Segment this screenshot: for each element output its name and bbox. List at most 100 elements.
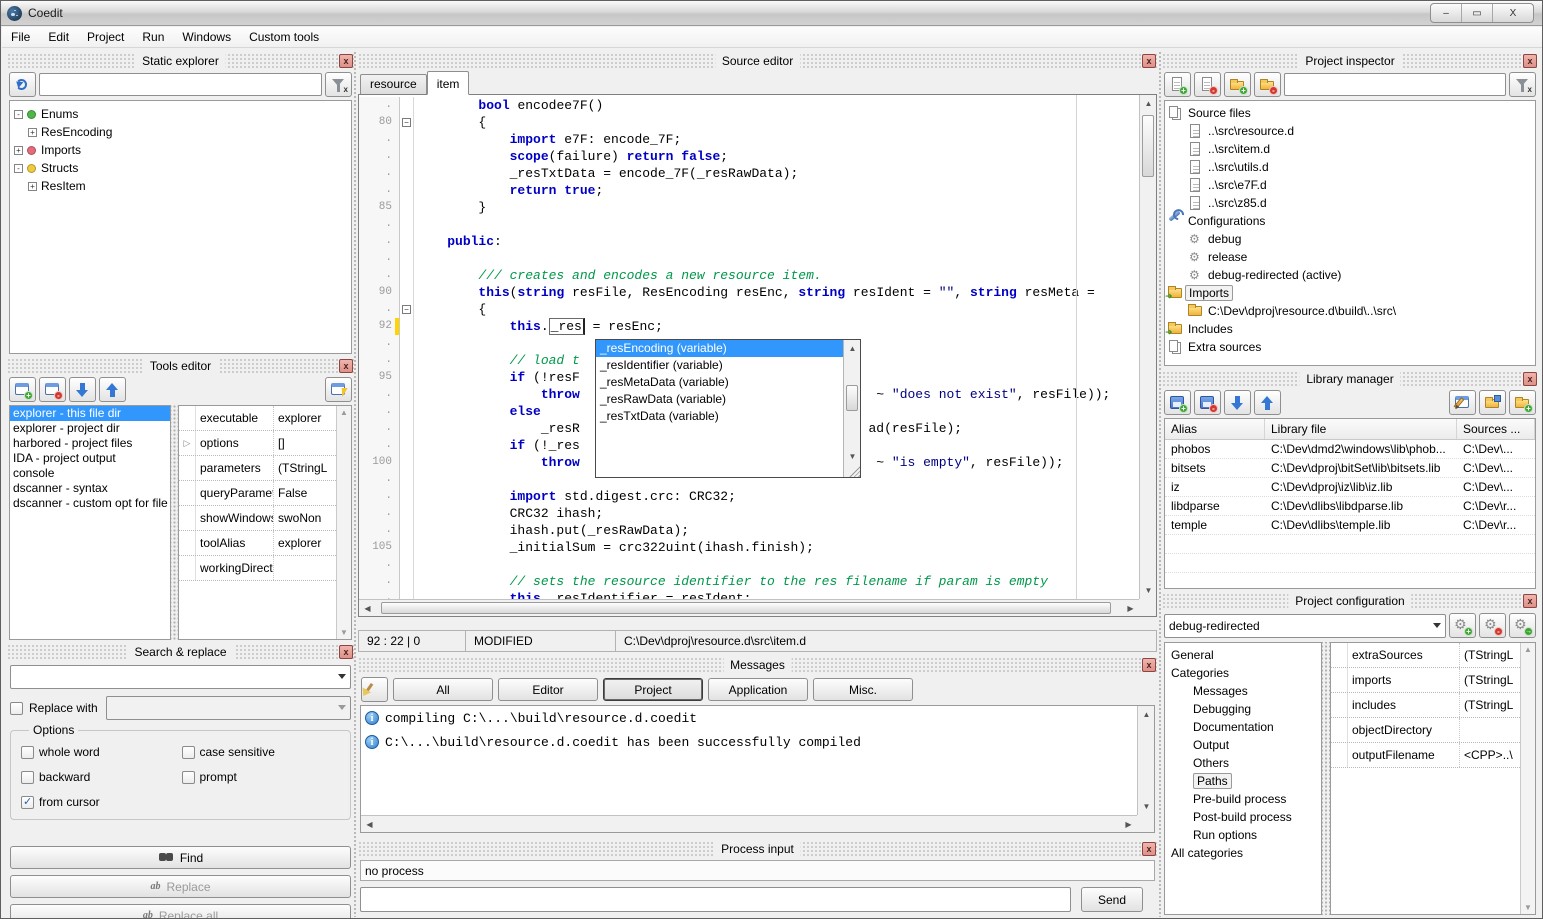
column-header-libraryfile[interactable]: Library file <box>1265 419 1457 439</box>
tab-resource[interactable]: resource <box>360 74 427 94</box>
expander-icon[interactable]: - <box>14 110 23 119</box>
move-tool-up-button[interactable] <box>99 377 126 402</box>
code-line[interactable]: . public: <box>359 233 1139 250</box>
tree-item[interactable]: -Enums <box>12 105 349 123</box>
editor-horizontal-scrollbar[interactable]: ◀ ▶ <box>359 599 1139 616</box>
column-header-sources[interactable]: Sources ... <box>1457 419 1535 439</box>
code-line[interactable]: . scope(failure) return false; <box>359 148 1139 165</box>
property-value[interactable]: explorer <box>274 531 336 555</box>
property-value[interactable]: swoNon <box>274 506 336 530</box>
project-inspector-header[interactable]: Project inspector x <box>1162 53 1538 70</box>
project-tree-item[interactable]: Configurations <box>1167 212 1533 230</box>
refresh-button[interactable] <box>9 72 36 97</box>
library-manager-close-icon[interactable]: x <box>1523 372 1537 386</box>
column-header-alias[interactable]: Alias <box>1165 419 1265 439</box>
search-replace-close-icon[interactable]: x <box>339 645 353 659</box>
tree-item[interactable]: +ResItem <box>26 177 349 195</box>
config-category-debugging[interactable]: Debugging <box>1167 701 1319 719</box>
tool-list-item[interactable]: IDA - project output <box>10 451 170 466</box>
library-row[interactable]: phobosC:\Dev\dmd2\windows\lib\phob...C:\… <box>1165 440 1535 459</box>
search-option[interactable]: from cursor <box>21 795 182 809</box>
menu-item-windows[interactable]: Windows <box>173 28 240 46</box>
filter-button-editor[interactable]: Editor <box>498 678 598 701</box>
checkbox-case-sensitive[interactable] <box>182 746 195 759</box>
config-category-messages[interactable]: Messages <box>1167 683 1319 701</box>
menu-item-project[interactable]: Project <box>78 28 133 46</box>
code-line[interactable]: . CRC32 ihash; <box>359 505 1139 522</box>
config-property-row[interactable]: imports(TStringL <box>1331 668 1520 693</box>
remove-library-button[interactable]: - <box>1194 390 1221 415</box>
config-property-row[interactable]: includes(TStringL <box>1331 693 1520 718</box>
config-property-row[interactable]: outputFilename<CPP>..\ <box>1331 743 1520 768</box>
search-option[interactable]: prompt <box>182 770 343 784</box>
inspector-filter-input[interactable] <box>1284 73 1506 96</box>
fold-collapse-icon[interactable]: − <box>402 305 411 314</box>
expander-icon[interactable]: + <box>14 146 23 155</box>
register-dub-library-button[interactable] <box>1479 390 1506 415</box>
property-row[interactable]: ▷options[] <box>179 431 336 456</box>
code-line[interactable]: . _resTxtData = encode_7F(_resRawData); <box>359 165 1139 182</box>
replace-term-combobox[interactable] <box>106 696 351 720</box>
library-row[interactable]: bitsetsC:\Dev\dproj\bitSet\lib\bitsets.l… <box>1165 459 1535 478</box>
tool-list-item[interactable]: explorer - this file dir <box>10 406 170 421</box>
send-button[interactable]: Send <box>1081 887 1143 912</box>
code-line[interactable]: 90 this(string resFile, ResEncoding resE… <box>359 284 1139 301</box>
code-line[interactable]: . ihash.put(_resRawData); <box>359 522 1139 539</box>
property-value[interactable]: (TStringL <box>274 456 336 480</box>
messages-horizontal-scrollbar[interactable]: ◀▶ <box>361 815 1137 832</box>
clear-filter-button[interactable]: x <box>325 72 352 97</box>
project-tree-item[interactable]: Extra sources <box>1167 338 1533 356</box>
property-row[interactable]: toolAliasexplorer <box>179 531 336 556</box>
config-category-categories[interactable]: Categories <box>1167 665 1319 683</box>
add-library-folder-button[interactable]: + <box>1509 390 1536 415</box>
run-tool-button[interactable] <box>325 377 352 402</box>
project-tree-item[interactable]: ..\src\utils.d <box>1187 158 1533 176</box>
remove-configuration-button[interactable]: ⚙- <box>1479 613 1506 638</box>
tools-splitter[interactable] <box>171 405 178 640</box>
code-line[interactable]: .− { <box>359 301 1139 318</box>
message-row[interactable]: icompiling C:\...\build\resource.d.coedi… <box>361 706 1154 730</box>
completion-item[interactable]: _resTxtData (variable) <box>596 408 860 425</box>
move-library-down-button[interactable] <box>1224 390 1251 415</box>
filter-button-application[interactable]: Application <box>708 678 808 701</box>
project-tree-item[interactable]: Source files <box>1167 104 1533 122</box>
config-category-post-build-process[interactable]: Post-build process <box>1167 809 1319 827</box>
edit-library-button[interactable] <box>1449 390 1476 415</box>
menu-item-custom-tools[interactable]: Custom tools <box>240 28 328 46</box>
messages-header[interactable]: Messages x <box>358 657 1157 674</box>
tool-list-item[interactable]: harbored - project files <box>10 436 170 451</box>
property-value[interactable]: [] <box>274 431 336 455</box>
checkbox-backward[interactable] <box>21 771 34 784</box>
property-value[interactable] <box>1460 718 1520 742</box>
expander-icon[interactable]: + <box>28 128 37 137</box>
property-row[interactable]: showWindowsswoNon <box>179 506 336 531</box>
project-configuration-close-icon[interactable]: x <box>1523 594 1537 608</box>
add-file-button[interactable]: + <box>1164 72 1191 97</box>
config-category-documentation[interactable]: Documentation <box>1167 719 1319 737</box>
library-row[interactable]: izC:\Dev\dproj\iz\lib\iz.libC:\Dev\... <box>1165 478 1535 497</box>
search-term-combobox[interactable] <box>10 665 351 689</box>
project-tree-item[interactable]: ⚙debug-redirected (active) <box>1187 266 1533 284</box>
config-category-general[interactable]: General <box>1167 647 1319 665</box>
completion-item[interactable]: _resIdentifier (variable) <box>596 357 860 374</box>
config-property-row[interactable]: objectDirectory <box>1331 718 1520 743</box>
config-category-output[interactable]: Output <box>1167 737 1319 755</box>
static-explorer-header[interactable]: Static explorer x <box>7 53 354 70</box>
tree-item[interactable]: +ResEncoding <box>26 123 349 141</box>
completion-item[interactable]: _resMetaData (variable) <box>596 374 860 391</box>
add-configuration-button[interactable]: ⚙+ <box>1449 613 1476 638</box>
code-line[interactable]: . // sets the resource identifier to the… <box>359 573 1139 590</box>
filter-button-all[interactable]: All <box>393 678 493 701</box>
property-row[interactable]: executableexplorer <box>179 406 336 431</box>
code-line[interactable]: . <box>359 216 1139 233</box>
move-tool-down-button[interactable] <box>69 377 96 402</box>
add-folder-button[interactable]: + <box>1224 72 1251 97</box>
property-row[interactable]: queryParametFalse <box>179 481 336 506</box>
tree-item[interactable]: +Imports <box>12 141 349 159</box>
checkbox-whole-word[interactable] <box>21 746 34 759</box>
source-editor-header[interactable]: Source editor x <box>358 53 1157 70</box>
config-property-row[interactable]: extraSources(TStringL <box>1331 643 1520 668</box>
configuration-selector[interactable]: debug-redirected <box>1164 614 1446 638</box>
remove-tool-button[interactable]: - <box>39 377 66 402</box>
code-line[interactable]: 80− { <box>359 114 1139 131</box>
